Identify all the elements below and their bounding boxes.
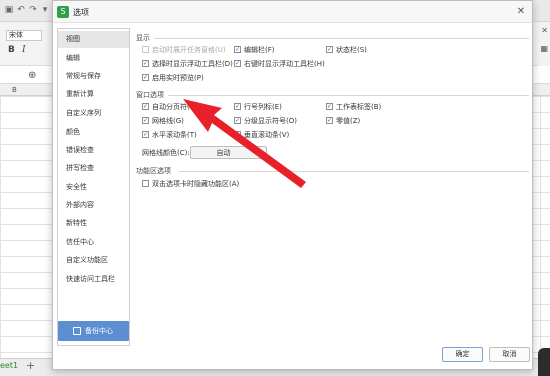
- sidebar-item-trust-center[interactable]: 信任中心: [58, 234, 129, 251]
- checkbox[interactable]: ✓: [234, 103, 241, 110]
- option-label: 双击选项卡时隐藏功能区(A): [152, 180, 240, 188]
- section-heading-display: 显示: [136, 34, 150, 42]
- sidebar-item-recalculate[interactable]: 重新计算: [58, 86, 129, 103]
- options-content: 显示 启动时展开任务窗格(U) ✓ 编辑栏(F) ✓ 状态栏(S) ✓ 选择时显…: [136, 28, 530, 338]
- sidebar-item-edit[interactable]: 编辑: [58, 50, 129, 67]
- sidebar-item-view[interactable]: 视图: [58, 31, 129, 48]
- sidebar-item-quick-access[interactable]: 快速访问工具栏: [58, 271, 129, 288]
- checkbox[interactable]: ✓: [142, 117, 149, 124]
- sidebar-item-external-content[interactable]: 外部内容: [58, 197, 129, 214]
- ribbon-group-icon[interactable]: ▦: [540, 44, 548, 53]
- option-label: 编辑栏(F): [244, 46, 275, 54]
- option-label: 右键时显示浮动工具栏(H): [244, 60, 325, 68]
- option-label: 行号列标(E): [244, 103, 282, 111]
- backup-icon: [73, 327, 81, 335]
- checkbox[interactable]: ✓: [234, 117, 241, 124]
- italic-button[interactable]: I: [22, 45, 26, 55]
- option-label: 启动时展开任务窗格(U): [152, 46, 226, 54]
- sidebar-item-new-features[interactable]: 新特性: [58, 215, 129, 232]
- chevron-down-icon: [257, 151, 263, 155]
- redo-icon[interactable]: ↷: [28, 5, 38, 15]
- sidebar-item-security[interactable]: 安全性: [58, 179, 129, 196]
- checkbox[interactable]: ✓: [326, 117, 333, 124]
- checkbox[interactable]: ✓: [326, 103, 333, 110]
- option-label: 零值(Z): [336, 117, 361, 125]
- option-label: 状态栏(S): [336, 46, 367, 54]
- cancel-button[interactable]: 取消: [489, 347, 530, 362]
- dialog-title: 选项: [73, 8, 89, 17]
- checkbox[interactable]: [142, 180, 149, 187]
- section-heading-window: 窗口选项: [136, 91, 164, 99]
- backup-center-button[interactable]: 备份中心: [58, 321, 129, 341]
- sidebar-item-color[interactable]: 颜色: [58, 124, 129, 141]
- gridline-color-label: 网格线颜色(C):: [142, 149, 190, 157]
- bold-button[interactable]: B: [8, 45, 15, 55]
- option-label: 启用实时预览(P): [152, 74, 204, 82]
- section-heading-ribbon: 功能区选项: [136, 167, 171, 175]
- more-icon[interactable]: ▾: [40, 5, 50, 15]
- option-label: 选择时显示浮动工具栏(D): [152, 60, 233, 68]
- sheet-tab[interactable]: eet1: [0, 361, 18, 370]
- sidebar-item-error-check[interactable]: 错误检查: [58, 142, 129, 159]
- sidebar-item-custom-lists[interactable]: 自定义序列: [58, 105, 129, 122]
- checkbox[interactable]: ✓: [234, 46, 241, 53]
- option-label: 网格线(G): [152, 117, 184, 125]
- app-icon: S: [57, 6, 69, 18]
- sidebar-item-custom-ribbon[interactable]: 自定义功能区: [58, 252, 129, 269]
- gridline-color-value: 自动: [216, 149, 231, 157]
- checkbox[interactable]: ✓: [234, 131, 241, 138]
- backup-center-label: 备份中心: [85, 327, 113, 335]
- checkbox[interactable]: ✓: [142, 74, 149, 81]
- sidebar-item-general-save[interactable]: 常规与保存: [58, 68, 129, 85]
- option-label: 垂直滚动条(V): [244, 131, 290, 139]
- app-logo-icon: ▣: [4, 5, 14, 15]
- section-divider: [168, 95, 529, 96]
- option-label: 自动分页符(K): [152, 103, 198, 111]
- sidebar-item-spell-check[interactable]: 拼写检查: [58, 160, 129, 177]
- add-sheet-button[interactable]: +: [26, 359, 35, 372]
- column-header-b[interactable]: B: [12, 86, 17, 94]
- dialog-title-bar: S 选项 ✕: [53, 1, 532, 23]
- ribbon-close-icon[interactable]: ✕: [541, 26, 548, 35]
- section-divider: [154, 38, 529, 39]
- options-sidebar: 视图 编辑 常规与保存 重新计算 自定义序列 颜色 错误检查 拼写检查 安全性 …: [57, 28, 130, 346]
- option-label: 水平滚动条(T): [152, 131, 197, 139]
- font-name-box[interactable]: 宋体: [6, 30, 42, 41]
- option-label: 工作表标签(B): [336, 103, 382, 111]
- checkbox[interactable]: ✓: [142, 131, 149, 138]
- checkbox[interactable]: ✓: [142, 60, 149, 67]
- checkbox[interactable]: [142, 46, 149, 53]
- options-dialog: S 选项 ✕ 视图 编辑 常规与保存 重新计算 自定义序列 颜色 错误检查 拼写…: [52, 0, 533, 370]
- close-icon[interactable]: ✕: [514, 5, 528, 19]
- ok-button[interactable]: 确定: [442, 347, 483, 362]
- checkbox[interactable]: ✓: [234, 60, 241, 67]
- gridline-color-select[interactable]: 自动: [190, 146, 267, 159]
- undo-icon[interactable]: ↶: [16, 5, 26, 15]
- section-divider: [179, 171, 529, 172]
- checkbox[interactable]: ✓: [142, 103, 149, 110]
- checkbox[interactable]: ✓: [326, 46, 333, 53]
- option-label: 分级显示符号(O): [244, 117, 297, 125]
- zoom-icon[interactable]: ⊕: [28, 70, 36, 81]
- corner-badge-icon[interactable]: [538, 348, 550, 376]
